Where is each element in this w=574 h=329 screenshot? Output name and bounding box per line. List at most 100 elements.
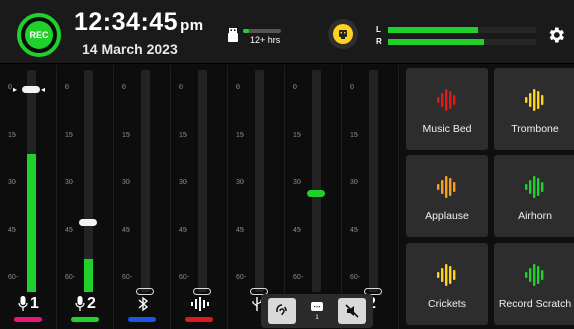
- sound-pad-label: Record Scratch: [498, 298, 572, 310]
- meter-right-label: R: [376, 37, 382, 46]
- channel-fader-track[interactable]: [27, 70, 36, 292]
- scale-dash: -: [16, 274, 19, 281]
- channel-scale: 0 -15 -30 -45 -60 -: [171, 65, 201, 295]
- channel-fader-knob[interactable]: [193, 288, 211, 295]
- fader-arrows-icon: ◂: [41, 84, 46, 94]
- channel-fader-track[interactable]: [141, 70, 150, 292]
- mute-button[interactable]: [337, 298, 366, 324]
- headphone-monitor-button[interactable]: [268, 298, 297, 324]
- channel-ch6: 0 -15 -30 -45 -60 -: [285, 65, 342, 329]
- top-bar: REC 12:34:45 pm 14 March 2023 12+ hrs L R…: [0, 0, 574, 64]
- channel-fader-knob[interactable]: [136, 288, 154, 295]
- channel-fader-track[interactable]: [255, 70, 264, 292]
- sound-pad-icon[interactable]: [171, 295, 228, 313]
- channel-mic1: 0 -15 -30 -45 -60 - ▸ ◂ 1: [0, 65, 57, 329]
- microphone-icon[interactable]: 1: [0, 295, 57, 313]
- storage-remaining: 12+ hrs: [250, 35, 281, 45]
- waveform-icon: [437, 88, 457, 112]
- meter-scale: --------: [386, 48, 536, 53]
- usb-storage-icon: [228, 28, 238, 42]
- chat-button[interactable]: 1: [302, 298, 331, 324]
- sound-pad-trombone[interactable]: Trombone: [494, 68, 574, 150]
- scale-dash: -: [71, 179, 74, 186]
- scale-dash: -: [356, 179, 359, 186]
- channel-fader-track[interactable]: [312, 70, 321, 292]
- scale-dash: -: [358, 274, 361, 281]
- sound-pad-label: Airhorn: [518, 210, 552, 222]
- scale-tick: 60: [350, 274, 358, 281]
- scale-dash: -: [356, 226, 359, 234]
- meter-left-label: L: [376, 25, 381, 34]
- record-label: REC: [25, 21, 53, 49]
- channel-scale: 0 -15 -30 -45 -60 -: [114, 65, 144, 295]
- scale-dash: -: [299, 179, 302, 186]
- sound-pad-label: Crickets: [428, 298, 466, 310]
- scale-dash: -: [244, 274, 247, 281]
- channel-fader-knob[interactable]: [307, 190, 325, 198]
- scale-dash: -: [71, 226, 74, 234]
- sound-pad-music-bed[interactable]: Music Bed: [406, 68, 488, 150]
- scale-dash: -: [14, 131, 17, 139]
- channel-fader-track[interactable]: [198, 70, 207, 292]
- scale-tick: 60: [293, 274, 301, 281]
- scale-dash: -: [122, 84, 125, 91]
- sound-pad-label: Music Bed: [422, 123, 472, 135]
- channel-usb: 0 -15 -30 -45 -60 -: [228, 65, 285, 329]
- meter-tick: -: [407, 48, 409, 53]
- bluetooth-icon[interactable]: [114, 295, 171, 313]
- meter-tick: -: [534, 48, 536, 53]
- channel-bluetooth: 0 -15 -30 -45 -60 -: [114, 65, 171, 329]
- scale-dash: -: [242, 226, 245, 234]
- scale-tick: 60: [179, 274, 187, 281]
- scale-dash: -: [350, 84, 353, 91]
- scale-dash: -: [8, 84, 11, 91]
- meter-left: [388, 27, 536, 33]
- channel-fader-knob[interactable]: [22, 85, 40, 93]
- scale-dash: -: [185, 226, 188, 234]
- channel-scale: 0 -15 -30 -45 -60 -: [57, 65, 87, 295]
- scale-dash: -: [14, 226, 17, 234]
- channel-color-strip: [128, 317, 156, 322]
- clock-ampm: pm: [180, 17, 204, 34]
- meter-tick: -: [386, 48, 388, 53]
- chat-icon: 1: [310, 302, 323, 321]
- scale-dash: -: [299, 131, 302, 139]
- scale-dash: -: [299, 226, 302, 234]
- scale-dash: -: [185, 179, 188, 186]
- sound-pad-applause[interactable]: Applause: [406, 155, 488, 237]
- channel-scale: 0 -15 -30 -45 -60 -: [228, 65, 258, 295]
- scale-dash: -: [301, 274, 304, 281]
- scale-dash: -: [185, 131, 188, 139]
- channel-fader-knob[interactable]: [79, 219, 97, 227]
- waveform-icon: [525, 263, 545, 287]
- waveform-icon: [437, 263, 457, 287]
- channel-sound-pads: 0 -15 -30 -45 -60 -: [171, 65, 228, 329]
- sound-pad-record-scratch[interactable]: Record Scratch: [494, 243, 574, 325]
- settings-gear-icon[interactable]: [546, 25, 566, 45]
- fader-arrows-icon: ▸: [13, 84, 18, 94]
- meter-tick: -: [492, 48, 494, 53]
- scale-dash: -: [242, 179, 245, 186]
- mute-icon: [345, 304, 359, 318]
- profile-badge[interactable]: [328, 19, 358, 49]
- scale-dash: -: [236, 84, 239, 91]
- date: 14 March 2023: [82, 41, 178, 57]
- sound-pad-crickets[interactable]: Crickets: [406, 243, 488, 325]
- sound-pad-airhorn[interactable]: Airhorn: [494, 155, 574, 237]
- scale-dash: -: [187, 274, 190, 281]
- channel-number: 1: [30, 295, 39, 312]
- storage-bar: [243, 29, 281, 33]
- channel-scale: 0 -15 -30 -45 -60 -: [285, 65, 315, 295]
- scale-dash: -: [179, 84, 182, 91]
- channel-overlay: 1: [261, 294, 373, 328]
- channel-color-strip: [71, 317, 99, 322]
- microphone-icon[interactable]: 2: [57, 295, 114, 313]
- sound-pad-label: Trombone: [511, 123, 559, 135]
- scale-dash: -: [65, 84, 68, 91]
- scale-tick: 60: [65, 274, 73, 281]
- record-button[interactable]: REC: [17, 13, 61, 57]
- channel-fader-track[interactable]: [84, 70, 93, 292]
- channel-level-meter: [84, 258, 93, 292]
- channel-scale: 0 -15 -30 -45 -60 -: [342, 65, 372, 295]
- channel-fader-track[interactable]: [369, 70, 378, 292]
